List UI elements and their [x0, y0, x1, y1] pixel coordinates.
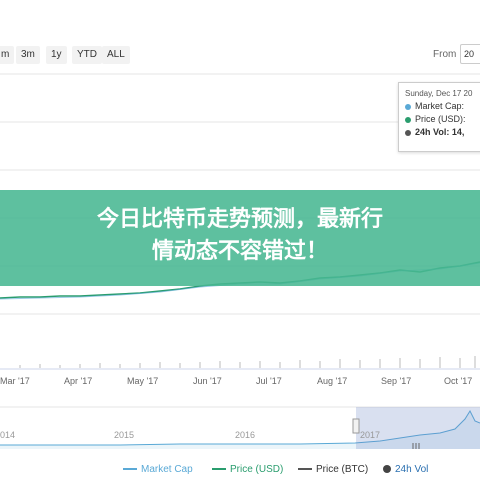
market-cap-line-icon — [123, 468, 137, 471]
price-btc-line-icon — [298, 468, 312, 471]
navigator[interactable] — [0, 405, 480, 450]
tooltip-label: Price (USD): — [415, 114, 466, 124]
chart-tooltip: Sunday, Dec 17 20 Market Cap: Price (USD… — [398, 82, 480, 152]
x-axis-label: Jun '17 — [193, 376, 222, 386]
market-cap-dot-icon — [405, 103, 411, 110]
x-axis-label: Jul '17 — [256, 376, 282, 386]
range-button-ytd[interactable]: YTD — [72, 46, 102, 64]
x-axis-label: Sep '17 — [381, 376, 412, 386]
headline-line-2: 情动态不容错过！ — [151, 239, 328, 264]
price-usd-line-icon — [212, 468, 226, 471]
headline-title: 今日比特币走势预测，最新行 情动态不容错过！ — [0, 204, 480, 268]
legend-label: Market Cap — [141, 464, 193, 475]
navigator-handle-left — [352, 418, 360, 434]
volume-dot-icon — [383, 465, 391, 474]
volume-bars — [19, 356, 476, 368]
chart-legend: Market Cap Price (USD) Price (BTC) 24h V… — [0, 462, 480, 478]
from-date-input[interactable]: 20 — [460, 44, 480, 64]
x-axis-label: Aug '17 — [317, 376, 348, 386]
legend-item-price-btc[interactable]: Price (BTC) — [298, 462, 368, 478]
legend-label: Price (USD) — [230, 464, 284, 475]
x-axis-label: Mar '17 — [0, 376, 30, 386]
headline-line-1: 今日比特币走势预测，最新行 — [96, 207, 383, 232]
range-button-3m[interactable]: 3m — [16, 46, 40, 64]
tooltip-label: Market Cap: — [415, 101, 465, 111]
volume-dot-icon — [405, 129, 411, 136]
navigator-year-label: 2016 — [235, 430, 256, 440]
navigator-year-label: 2017 — [360, 430, 381, 440]
price-usd-dot-icon — [405, 116, 411, 123]
legend-item-price-usd[interactable]: Price (USD) — [212, 462, 283, 478]
legend-label: Price (BTC) — [316, 464, 369, 475]
navigator-year-label: 2015 — [114, 430, 135, 440]
x-axis-label: May '17 — [127, 376, 159, 386]
navigator-selection — [356, 407, 480, 449]
tooltip-label: 24h Vol: 14, — [415, 127, 465, 137]
range-button-all[interactable]: ALL — [102, 46, 130, 64]
tooltip-row-market-cap: Market Cap: — [405, 100, 480, 113]
legend-item-market-cap[interactable]: Market Cap — [123, 462, 193, 478]
range-button-m[interactable]: m — [0, 46, 15, 64]
x-axis-label: Apr '17 — [64, 376, 93, 386]
x-axis-label: Oct '17 — [444, 376, 473, 386]
tooltip-row-volume: 24h Vol: 14, — [405, 126, 480, 139]
tooltip-date: Sunday, Dec 17 20 — [405, 89, 473, 98]
legend-item-24h-vol[interactable]: 24h Vol — [383, 462, 428, 478]
legend-label: 24h Vol — [395, 464, 429, 475]
from-label: From — [433, 49, 457, 60]
tooltip-row-price-usd: Price (USD): — [405, 113, 480, 126]
range-button-1y[interactable]: 1y — [46, 46, 67, 64]
navigator-year-label: 014 — [0, 430, 16, 440]
toolbar: m 3m 1y YTD ALL From 20 — [0, 0, 480, 64]
